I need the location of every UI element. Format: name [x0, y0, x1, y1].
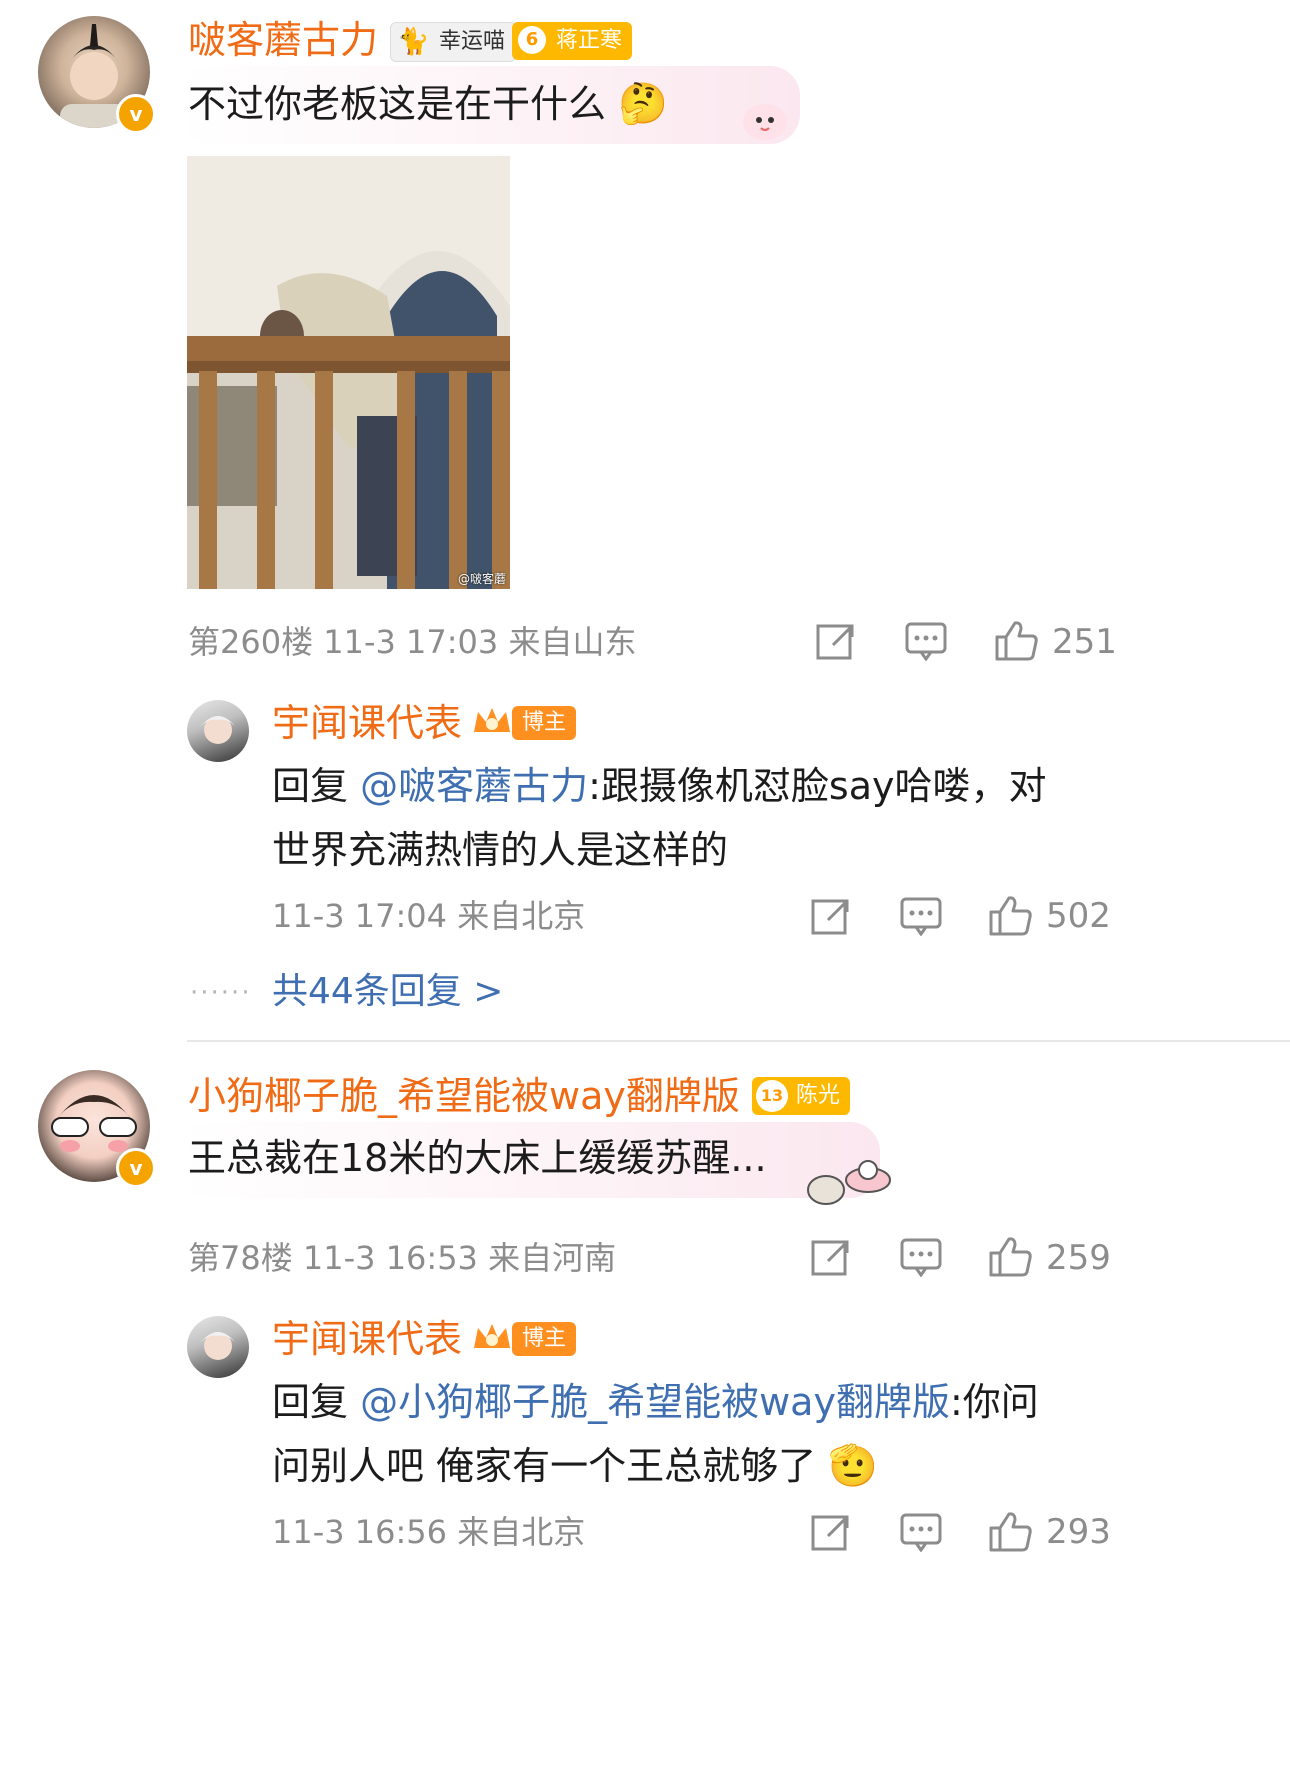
like-icon[interactable]	[988, 894, 1032, 936]
fan-level-icon: 6	[518, 26, 546, 54]
reply-meta: 11-3 16:56 来自北京	[272, 1513, 586, 1551]
mention-link[interactable]: @啵客蘑古力	[360, 764, 588, 808]
share-icon[interactable]	[810, 896, 850, 936]
verified-icon: v	[116, 1148, 156, 1188]
comment-username[interactable]: 啵客蘑古力	[188, 17, 378, 63]
comment-icon[interactable]	[900, 896, 942, 936]
like-icon[interactable]	[994, 619, 1038, 661]
crown-icon	[470, 1318, 514, 1358]
comment-text: 王总裁在18米的大床上缓缓苏醒...	[188, 1136, 767, 1180]
like-count: 251	[1052, 622, 1117, 662]
cat-icon: 🐈	[397, 27, 430, 57]
like-icon[interactable]	[988, 1510, 1032, 1552]
reply-avatar[interactable]	[187, 700, 249, 762]
fan-badge[interactable]: 6 蒋正寒	[512, 22, 633, 60]
blogger-badge: 博主	[512, 1322, 577, 1356]
reply-username[interactable]: 宇闻课代表	[272, 1316, 462, 1362]
fan-badge[interactable]: 13 陈光	[752, 1077, 851, 1115]
reply-avatar[interactable]	[187, 1316, 249, 1378]
like-icon[interactable]	[988, 1235, 1032, 1277]
comment-username[interactable]: 小狗椰子脆_希望能被way翻牌版	[188, 1073, 740, 1119]
reply-text: 回复 @啵客蘑古力:跟摄像机怼脸say哈喽，对 世界充满热情的人是这样的	[272, 764, 1047, 872]
crown-icon	[470, 702, 514, 742]
comment-meta: 第260楼 11-3 17:03 来自山东	[188, 623, 637, 661]
comment-icon[interactable]	[900, 1512, 942, 1552]
reply-text: 回复 @小狗椰子脆_希望能被way翻牌版:你问 问别人吧 俺家有一个王总就够了 …	[272, 1380, 1039, 1489]
bubble-sticker-icon	[735, 92, 795, 148]
comment-icon[interactable]	[900, 1237, 942, 1277]
comment-text: 不过你老板这是在干什么 🤔	[188, 81, 668, 127]
reply-username[interactable]: 宇闻课代表	[272, 700, 462, 746]
mention-link[interactable]: @小狗椰子脆_希望能被way翻牌版	[360, 1380, 950, 1424]
bubble-sticker-icon	[800, 1150, 896, 1210]
badge-lucky[interactable]: 🐈 幸运喵	[390, 22, 517, 62]
like-count: 293	[1046, 1512, 1111, 1552]
image-watermark: @啵客蘑	[457, 572, 506, 586]
like-count: 502	[1046, 896, 1111, 936]
more-replies-link[interactable]: 共44条回复 >	[272, 970, 503, 1014]
salute-emoji-icon: 🫡	[828, 1443, 878, 1489]
share-icon[interactable]	[810, 1237, 850, 1277]
more-dots: ······	[190, 978, 252, 1008]
comment-meta: 第78楼 11-3 16:53 来自河南	[188, 1239, 617, 1277]
share-icon[interactable]	[815, 621, 855, 661]
divider	[187, 1040, 1290, 1042]
share-icon[interactable]	[810, 1512, 850, 1552]
comment-image[interactable]: @啵客蘑	[187, 156, 510, 589]
like-count: 259	[1046, 1238, 1111, 1278]
comment-icon[interactable]	[905, 621, 947, 661]
reply-meta: 11-3 17:04 来自北京	[272, 897, 586, 935]
photo-content	[187, 156, 510, 589]
fan-level-icon: 13	[756, 1080, 788, 1112]
blogger-badge: 博主	[512, 706, 577, 740]
thinking-emoji-icon: 🤔	[618, 81, 668, 127]
verified-icon: v	[116, 94, 156, 134]
